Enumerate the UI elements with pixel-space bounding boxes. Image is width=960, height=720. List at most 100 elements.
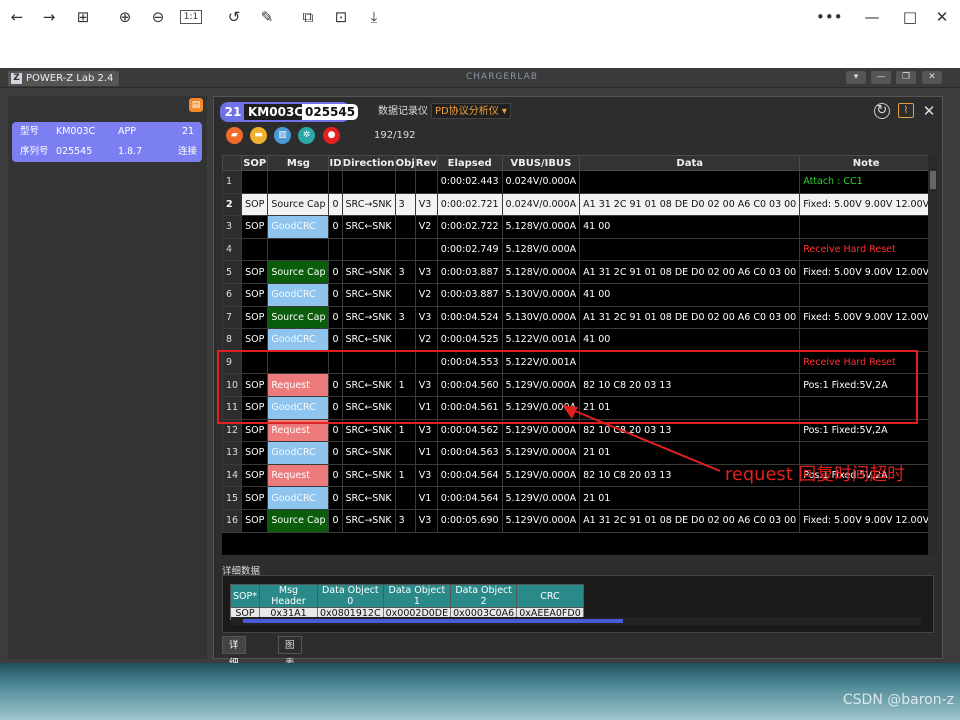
cell-sop: SOP (241, 508, 269, 533)
device-number: 21 (222, 104, 244, 120)
cell-rev: V3 (414, 260, 438, 284)
col-sop[interactable]: SOP (241, 155, 269, 171)
row-number: 14 (222, 463, 243, 488)
minimize-icon[interactable]: — (862, 7, 882, 27)
cell-obj (394, 282, 416, 307)
mode-data-logger[interactable]: 数据记录仪 (378, 104, 428, 120)
cell-id: 0 (328, 463, 343, 488)
thumbnails-icon[interactable]: ⊞ (72, 7, 94, 27)
cell-sop: SOP (241, 463, 269, 488)
zoom-in-icon[interactable]: ⊕ (114, 7, 136, 27)
viewer-blank-area (0, 34, 960, 68)
col-data[interactable]: Data (579, 155, 801, 171)
cell-note: Fixed: 5.00V 9.00V 12.00V (799, 508, 928, 533)
rotate-icon[interactable]: ↺ (223, 7, 245, 27)
brand-label: CHARGERLAB (466, 72, 538, 82)
more-icon[interactable]: ••• (816, 7, 843, 27)
app-restore-icon[interactable]: ❐ (896, 71, 916, 84)
cell-note (799, 282, 928, 307)
copy-icon[interactable]: ⧉ (297, 7, 319, 27)
app-tab[interactable]: Z POWER-Z Lab 2.4 (8, 71, 120, 86)
cell-id: 0 (328, 441, 343, 465)
table-row[interactable]: 15 SOP GoodCRC 0 SRC←SNK V1 0:00:04.564 5.129V/… (222, 486, 928, 510)
cell-vbus-ibus: 5.128V/0.000A (501, 215, 581, 239)
annotation-text: request 回复时间超时 (725, 465, 905, 485)
tab-detail-data[interactable]: 详细数据 (222, 636, 246, 705)
detail-panel: 详细数据 SOP* Msg Header Data Object 0 Data … (218, 561, 940, 705)
table-row[interactable]: 3 SOP GoodCRC 0 SRC←SNK V2 0:00:02.722 5.128V/0… (222, 215, 928, 239)
save-icon[interactable]: ⤓ (363, 7, 385, 27)
cell-sop: SOP (241, 192, 269, 217)
app-close-icon[interactable]: ✕ (922, 71, 942, 84)
table-row[interactable]: 7 SOP Source Cap 0 SRC→SNK 3 V3 0:00:04.524 5.13… (222, 305, 928, 330)
cell-vbus-ibus: 5.128V/0.000A (501, 237, 581, 262)
col-msg[interactable]: Msg (267, 155, 330, 171)
cell-id (328, 237, 343, 262)
panel-close-icon[interactable]: ✕ (920, 102, 938, 120)
cell-rev: V2 (414, 282, 438, 307)
actual-size-icon[interactable]: 1:1 (180, 10, 202, 24)
filter-icon[interactable]: ✲ (298, 127, 315, 144)
col-elapsed[interactable]: Elapsed (436, 155, 503, 171)
detail-col: SOP* (230, 584, 260, 608)
maximize-icon[interactable]: □ (900, 7, 920, 27)
table-row[interactable]: 8 SOP GoodCRC 0 SRC←SNK V2 0:00:04.525 5.122V/0… (222, 328, 928, 352)
col-obj[interactable]: Obj (394, 155, 416, 171)
mode-pd-analyzer-select[interactable]: PD协议分析仪 ▾ (431, 103, 511, 119)
packet-count: 192/192 (374, 130, 416, 141)
cell-note: Receive Hard Reset (799, 237, 928, 262)
col-id[interactable]: ID (328, 155, 343, 171)
row-number: 2 (222, 192, 243, 217)
col-rev[interactable]: Rev (414, 155, 438, 171)
zoom-out-icon[interactable]: ⊖ (147, 7, 169, 27)
chart-icon[interactable]: ⌇ (898, 103, 914, 118)
cell-elapsed: 0:00:04.564 (436, 486, 503, 510)
settings-icon[interactable]: ↻ (874, 103, 890, 119)
row-number: 7 (222, 305, 243, 330)
record-button[interactable]: ● (323, 127, 340, 144)
row-number: 15 (222, 486, 243, 510)
table-row[interactable]: 5 SOP Source Cap 0 SRC→SNK 3 V3 0:00:03.887 5.12… (222, 260, 928, 284)
col-note[interactable]: Note (799, 155, 928, 171)
close-icon[interactable]: ✕ (932, 7, 952, 27)
crop-icon[interactable]: ⊡ (330, 7, 352, 27)
back-arrow-icon[interactable]: ← (6, 7, 28, 27)
cell-id: 0 (328, 215, 343, 239)
cell-elapsed: 0:00:02.722 (436, 215, 503, 239)
device-tag[interactable]: 21 KM003C 025545 (220, 102, 359, 122)
edit-icon[interactable]: ✎ (256, 7, 278, 27)
cell-msg: GoodCRC (267, 486, 330, 510)
device-card[interactable]: 型号 KM003C APP 21 序列号 025545 1.8.7 连接 (12, 122, 202, 162)
col-vbus-ibus[interactable]: VBUS/IBUS (501, 155, 581, 171)
cell-data (579, 170, 801, 194)
app-menu-icon[interactable]: ▾ (846, 71, 866, 84)
grid-vertical-scrollbar[interactable] (928, 155, 938, 555)
table-row[interactable]: 16 SOP Source Cap 0 SRC→SNK 3 V3 0:00:05.690 5.1… (222, 508, 928, 533)
cell-direction (341, 170, 396, 194)
panel-menu-icon[interactable]: ▤ (189, 98, 203, 112)
table-row[interactable]: 2 SOP Source Cap 0 SRC→SNK 3 V3 0:00:02.721 0.02… (222, 192, 928, 217)
cell-obj (394, 215, 416, 239)
forward-arrow-icon[interactable]: → (38, 7, 60, 27)
scrollbar-thumb[interactable] (243, 619, 623, 623)
cell-rev: V3 (414, 463, 438, 488)
cell-obj (394, 441, 416, 465)
cell-rev: V1 (414, 486, 438, 510)
table-row[interactable]: 4 0:00:02.749 5.128V/0.000A Receive Hard Re… (222, 237, 928, 262)
detail-col: Msg Header (259, 584, 318, 608)
cell-rev: V1 (414, 441, 438, 465)
scrollbar-thumb[interactable] (930, 171, 936, 189)
cell-msg: Source Cap (267, 508, 330, 533)
detail-horizontal-scrollbar[interactable] (231, 617, 921, 625)
row-number: 6 (222, 282, 243, 307)
save-file-icon[interactable]: ▬ (250, 127, 267, 144)
table-row[interactable]: 1 0:00:02.443 0.024V/0.000A Attach : CC1 (222, 170, 928, 194)
cell-id: 0 (328, 305, 343, 330)
tab-chart[interactable]: 图表 (278, 636, 302, 669)
open-file-icon[interactable]: ▰ (226, 127, 243, 144)
app-label: APP (118, 126, 136, 137)
clear-icon[interactable]: ▥ (274, 127, 291, 144)
col-direction[interactable]: Direction (341, 155, 396, 171)
app-minimize-icon[interactable]: — (871, 71, 891, 84)
table-row[interactable]: 6 SOP GoodCRC 0 SRC←SNK V2 0:00:03.887 5.130V/0… (222, 282, 928, 307)
